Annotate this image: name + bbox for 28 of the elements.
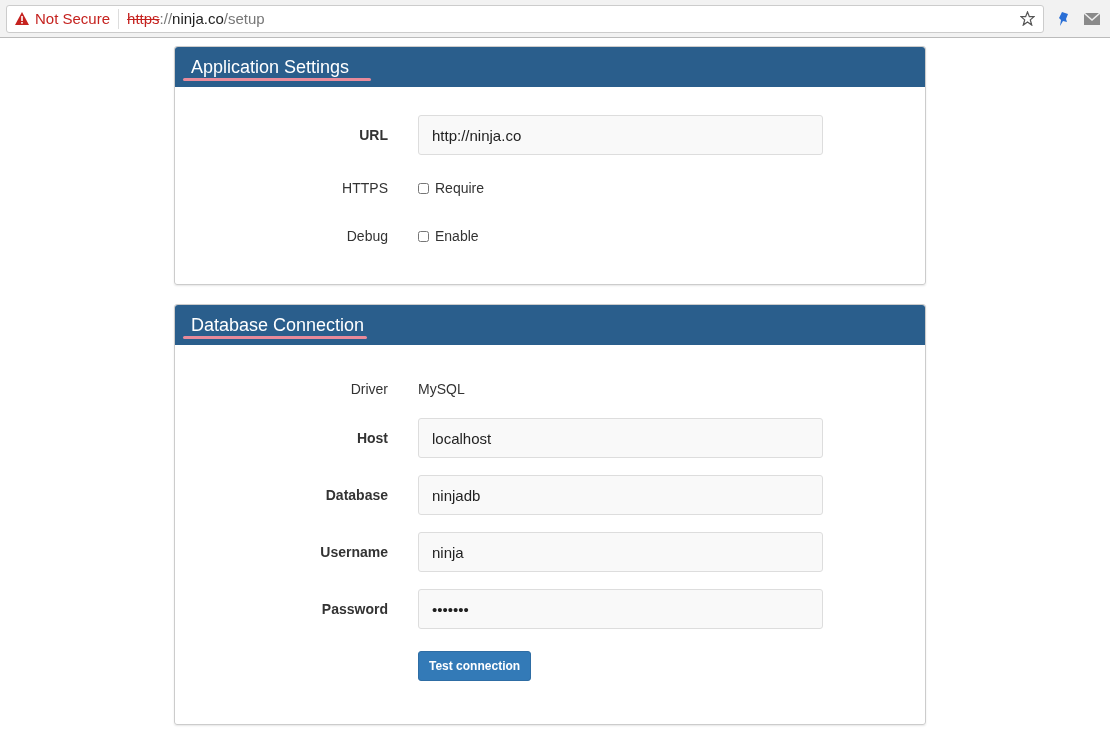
checkbox[interactable] bbox=[418, 182, 429, 194]
mail-icon[interactable] bbox=[1084, 12, 1100, 25]
field-label: Password bbox=[320, 601, 389, 617]
pin-icon[interactable] bbox=[1058, 10, 1070, 27]
input-field[interactable]: ninja bbox=[418, 532, 823, 572]
test-connection-button[interactable]: Test connection bbox=[418, 651, 532, 681]
star-icon[interactable] bbox=[1020, 11, 1035, 26]
panel-title: Database Connection bbox=[191, 314, 365, 336]
checkbox-label: Require bbox=[435, 180, 485, 196]
field-label: Database bbox=[324, 487, 389, 503]
checkbox[interactable] bbox=[418, 230, 429, 242]
field-label: HTTPS bbox=[341, 180, 389, 196]
input-field[interactable]: localhost bbox=[418, 418, 823, 458]
warning-icon bbox=[15, 12, 29, 25]
field-label: Host bbox=[355, 430, 389, 446]
field-label: Driver bbox=[349, 381, 389, 397]
input-field[interactable]: http://ninja.co bbox=[418, 115, 823, 155]
input-field[interactable]: ninjadb bbox=[418, 475, 823, 515]
field-label: URL bbox=[358, 127, 389, 143]
field-label: Username bbox=[319, 544, 389, 560]
address-bar[interactable]: Not Secure https://ninja.co/setup bbox=[6, 4, 1044, 33]
url-text: https://ninja.co/setup bbox=[127, 10, 266, 27]
checkbox-label: Enable bbox=[435, 228, 479, 244]
password-field[interactable]: ••••••• bbox=[418, 589, 823, 629]
security-label: Not Secure bbox=[35, 10, 111, 27]
field-label: Debug bbox=[345, 228, 389, 244]
panel-title: Application Settings bbox=[191, 56, 350, 78]
field-value: MySQL bbox=[418, 381, 465, 397]
